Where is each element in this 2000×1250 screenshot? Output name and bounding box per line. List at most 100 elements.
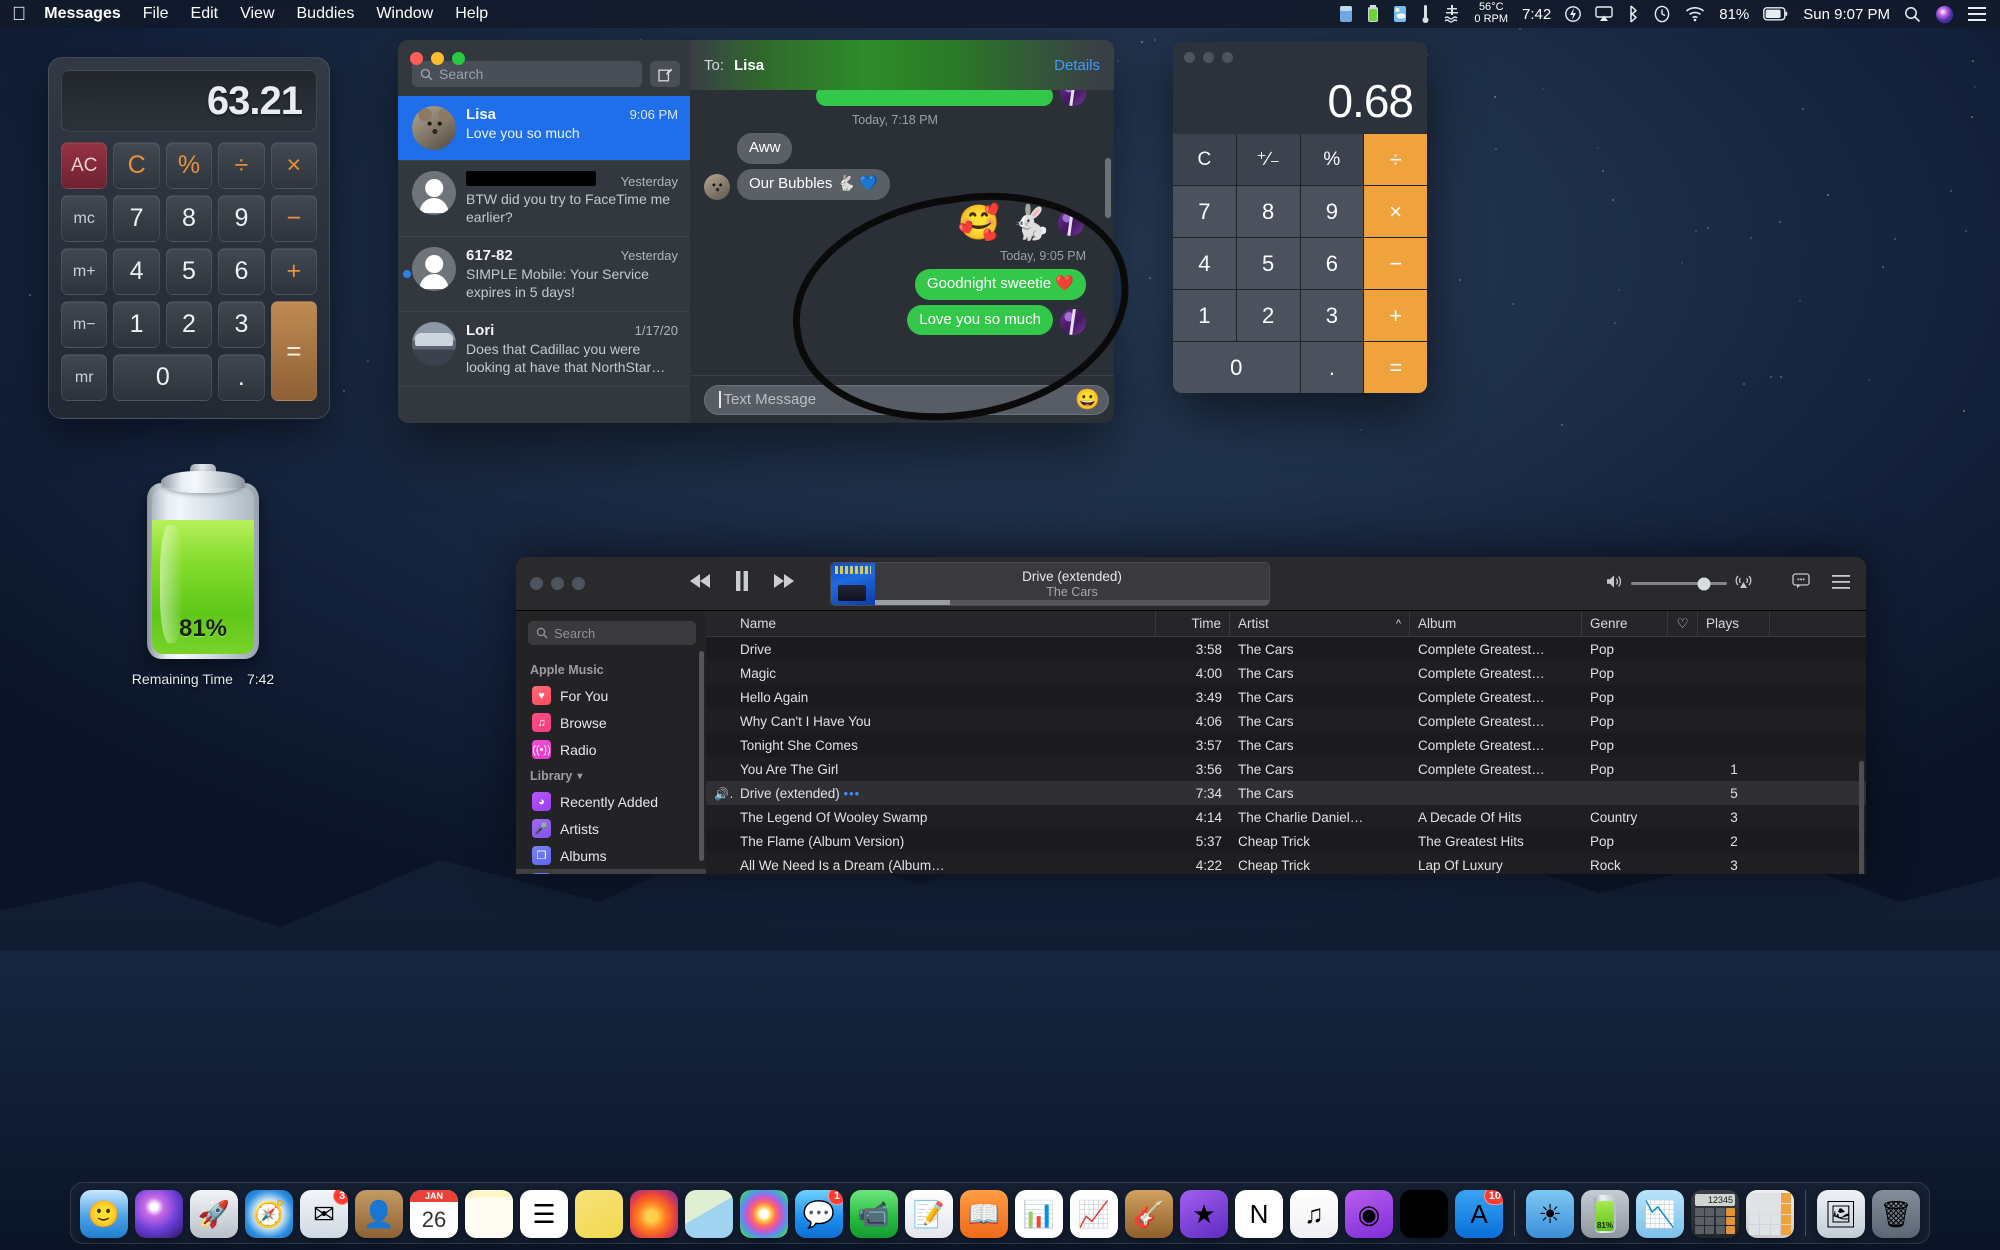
songs-table-body[interactable]: Drive 3:58 The Cars Complete Greatest… Pop Ma… <box>706 637 1866 874</box>
thermometer-icon[interactable] <box>1421 4 1430 24</box>
calc-key-2[interactable]: 2 <box>1237 290 1300 341</box>
dock-item-battery-widget[interactable]: 81% <box>1581 1190 1629 1238</box>
dock-item-safari[interactable]: 🧭 <box>245 1190 293 1238</box>
forward-icon[interactable] <box>772 572 794 595</box>
column-header-plays[interactable]: Plays <box>1698 611 1770 636</box>
rewind-icon[interactable] <box>690 572 712 595</box>
calculator-window[interactable]: 0.68 C ⁺∕₋% ÷ 7 8 9 × 4 5 6− 1 2 3 +0. = <box>1173 42 1427 393</box>
dock-item-photos[interactable] <box>740 1190 788 1238</box>
now-playing-display[interactable]: Drive (extended) The Cars <box>830 562 1270 606</box>
airplay-icon[interactable] <box>1735 573 1752 594</box>
calc-key-3[interactable]: 3 <box>1301 290 1364 341</box>
music-sidebar-list[interactable]: Apple Music ♥ For You ♫ Browse ((•)) Radio Libr… <box>516 657 706 874</box>
table-row[interactable]: Magic 4:00 The Cars Complete Greatest… Pop <box>706 661 1866 685</box>
control-center-icon[interactable] <box>1968 6 1986 22</box>
menubar-clock[interactable]: Sun 9:07 PM <box>1803 6 1890 23</box>
queue-icon[interactable] <box>1832 573 1850 594</box>
music-sidebar[interactable]: Search Apple Music ♥ For You ♫ Browse ((•)) Ra… <box>516 611 706 874</box>
table-row[interactable]: All We Need Is a Dream (Album… 4:22 Cheap … <box>706 853 1866 874</box>
calc-key-.[interactable]: . <box>1301 342 1364 393</box>
dock-item-notes[interactable] <box>465 1190 513 1238</box>
volume-icon[interactable] <box>1606 574 1623 594</box>
dock-item-podcasts[interactable]: ◉ <box>1345 1190 1393 1238</box>
dashcalc-key-%[interactable]: % <box>166 142 212 189</box>
dock-item-pages[interactable]: 📝 <box>905 1190 953 1238</box>
sidebar-item-browse[interactable]: ♫ Browse <box>516 709 706 736</box>
dock-item-calculator-widget[interactable]: 12345 <box>1691 1190 1739 1238</box>
apple-menu-icon[interactable]:  <box>12 5 26 24</box>
menu-item-help[interactable]: Help <box>455 5 488 23</box>
dashcalc-key-AC[interactable]: AC <box>61 142 107 189</box>
close-button[interactable] <box>410 52 423 65</box>
dock-item-imovie[interactable]: ★ <box>1180 1190 1228 1238</box>
bluetooth-icon[interactable] <box>1627 5 1639 23</box>
dashcalc-key-6[interactable]: 6 <box>218 248 264 295</box>
zoom-button[interactable] <box>452 52 465 65</box>
dock-item-dashboard-widget[interactable]: 📉 <box>1636 1190 1684 1238</box>
dock-item-stickies[interactable] <box>575 1190 623 1238</box>
dock-item-books[interactable]: 📖 <box>960 1190 1008 1238</box>
compose-icon[interactable] <box>650 61 680 87</box>
conversation-item[interactable]: Yesterday BTW did you try to FaceTime me … <box>398 161 690 237</box>
table-row[interactable]: 🔊 Drive (extended) ••• 7:34 The Cars 5 <box>706 781 1866 805</box>
sidebar-item-albums[interactable]: ❒ Albums <box>516 842 706 869</box>
wifi-icon[interactable] <box>1685 6 1705 22</box>
songs-table-scrollbar[interactable] <box>1859 761 1864 874</box>
column-header-artist[interactable]: Artist ^ <box>1230 611 1410 636</box>
dock-item-finder[interactable]: 🙂 <box>80 1190 128 1238</box>
dock-item-firefox[interactable] <box>630 1190 678 1238</box>
siri-menubar-icon[interactable] <box>1935 5 1954 24</box>
dock-item-messages[interactable]: 💬 1 <box>795 1190 843 1238</box>
conversation-item[interactable]: Lori 1/17/20 Does that Cadillac you were l… <box>398 312 690 387</box>
zoom-button[interactable] <box>572 577 585 590</box>
dashcalc-key-5[interactable]: 5 <box>166 248 212 295</box>
timemachine-icon[interactable] <box>1653 5 1671 23</box>
menu-app-name[interactable]: Messages <box>44 5 121 23</box>
volume-slider-knob[interactable] <box>1697 577 1710 590</box>
dashcalc-key-mr[interactable]: mr <box>61 354 107 401</box>
chevron-down-icon[interactable]: ▾ <box>577 771 582 782</box>
message-emoji-row[interactable]: 🥰 🐇 <box>704 205 1086 242</box>
music-window[interactable]: Drive (extended) The Cars Search Apple M… <box>516 557 1866 874</box>
songs-table[interactable]: Name Time Artist ^ Album Genre ♡ Plays D… <box>706 611 1866 874</box>
table-row[interactable]: Tonight She Comes 3:57 The Cars Complete Gr… <box>706 733 1866 757</box>
calc-key-8[interactable]: 8 <box>1237 186 1300 237</box>
column-header-name[interactable]: Name <box>732 611 1156 636</box>
minimize-button[interactable] <box>1203 52 1214 63</box>
sidebar-item-songs[interactable]: ♪Songs <box>516 869 706 874</box>
dashcalc-key-C[interactable]: C <box>113 142 159 189</box>
dashcalc-key-8[interactable]: 8 <box>166 195 212 242</box>
battery-percent-label[interactable]: 81% <box>1719 6 1749 23</box>
dashcalc-key-×[interactable]: × <box>271 142 317 189</box>
dashcalc-key-1[interactable]: 1 <box>113 301 159 348</box>
calc-key-−[interactable]: − <box>1364 238 1427 289</box>
dock-item-calculator-app[interactable] <box>1746 1190 1794 1238</box>
dock-item-maps[interactable] <box>685 1190 733 1238</box>
sidebar-item-artists[interactable]: 🎤 Artists <box>516 815 706 842</box>
notes-icon[interactable] <box>1339 5 1353 23</box>
conversation-list[interactable]: Lisa 9:06 PM Love you so much Yesterday BTW … <box>398 96 690 387</box>
dashcalc-key-=[interactable]: = <box>271 301 317 401</box>
spotlight-search-icon[interactable] <box>1904 6 1921 23</box>
dashcalc-key-m+[interactable]: m+ <box>61 248 107 295</box>
lyrics-icon[interactable] <box>1792 573 1810 594</box>
dashcalc-key-9[interactable]: 9 <box>218 195 264 242</box>
calc-key-=[interactable]: = <box>1364 342 1427 393</box>
close-button[interactable] <box>530 577 543 590</box>
column-header-album[interactable]: Album <box>1410 611 1582 636</box>
fan-sensor-icon[interactable] <box>1444 4 1460 24</box>
music-traffic-lights[interactable] <box>530 577 602 590</box>
dock-item-numbers[interactable]: 📊 <box>1015 1190 1063 1238</box>
dashboard-calculator-widget[interactable]: 63.21 AC C% ÷ × mc 7 8 9− m+ 4 5 6 + m− 1 2 3 = mr 0. <box>48 57 330 419</box>
dock-item-trash[interactable]: 🗑 <box>1872 1190 1920 1238</box>
dashcalc-key-mc[interactable]: mc <box>61 195 107 242</box>
dock-item-reminders[interactable]: ☰ <box>520 1190 568 1238</box>
dock-item-facetime[interactable]: 📹 <box>850 1190 898 1238</box>
pause-icon[interactable] <box>734 571 750 597</box>
dashcalc-key-2[interactable]: 2 <box>166 301 212 348</box>
dashcalc-key-3[interactable]: 3 <box>218 301 264 348</box>
sidebar-item-recently-added[interactable]: ◕ Recently Added <box>516 788 706 815</box>
table-row[interactable]: Drive 3:58 The Cars Complete Greatest… Pop <box>706 637 1866 661</box>
dock-item-news[interactable]: N <box>1235 1190 1283 1238</box>
messages-window[interactable]: Search Lisa 9:06 PM Love you so much Yester… <box>398 40 1114 423</box>
